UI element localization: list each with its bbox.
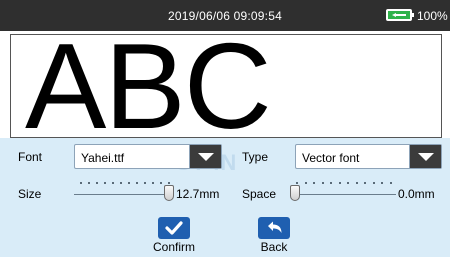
battery-percent: 100% bbox=[417, 9, 448, 23]
space-slider-thumb[interactable] bbox=[290, 185, 300, 201]
space-value: 0.0mm bbox=[398, 187, 435, 201]
confirm-label[interactable]: Confirm bbox=[149, 240, 199, 254]
slider-tick bbox=[160, 182, 162, 184]
size-value: 12.7mm bbox=[176, 187, 220, 201]
slider-tick bbox=[347, 182, 350, 184]
slider-tick bbox=[313, 182, 316, 184]
chevron-down-icon[interactable] bbox=[409, 145, 441, 168]
slider-tick bbox=[104, 182, 106, 184]
slider-tick bbox=[355, 182, 358, 184]
back-label[interactable]: Back bbox=[252, 240, 296, 254]
slider-tick bbox=[112, 182, 114, 184]
type-dropdown[interactable]: Vector font bbox=[295, 144, 442, 169]
space-slider-ticks bbox=[290, 182, 396, 188]
slider-tick bbox=[152, 182, 154, 184]
size-slider-thumb[interactable] bbox=[164, 185, 174, 201]
confirm-button[interactable] bbox=[158, 217, 190, 239]
slider-tick bbox=[390, 182, 392, 184]
slider-tick bbox=[128, 182, 130, 184]
back-arrow-icon bbox=[268, 221, 282, 233]
checkmark-icon bbox=[165, 221, 183, 235]
type-label: Type bbox=[242, 150, 269, 164]
slider-tick bbox=[321, 182, 324, 184]
chevron-down-icon[interactable] bbox=[189, 145, 221, 168]
slider-tick bbox=[96, 182, 98, 184]
charging-arrow-icon bbox=[392, 13, 406, 17]
slider-tick bbox=[136, 182, 138, 184]
font-dropdown[interactable]: Yahei.ttf bbox=[74, 144, 222, 169]
space-slider-track bbox=[290, 194, 396, 195]
preview-text: ABC bbox=[25, 34, 272, 138]
size-slider-track bbox=[74, 194, 174, 195]
size-slider-ticks bbox=[74, 182, 174, 188]
slider-tick bbox=[381, 182, 384, 184]
type-dropdown-value: Vector font bbox=[302, 151, 360, 165]
slider-tick bbox=[144, 182, 146, 184]
back-button[interactable] bbox=[258, 217, 290, 239]
slider-tick bbox=[296, 182, 298, 184]
status-bar: 2019/06/06 09:09:54 100% bbox=[0, 0, 450, 31]
font-preview: ABC bbox=[10, 34, 442, 138]
size-slider[interactable] bbox=[74, 180, 174, 202]
slider-tick bbox=[338, 182, 341, 184]
space-slider[interactable] bbox=[290, 180, 396, 202]
slider-tick bbox=[330, 182, 333, 184]
font-dropdown-value: Yahei.ttf bbox=[81, 151, 125, 165]
slider-tick bbox=[88, 182, 90, 184]
space-label: Space bbox=[242, 187, 277, 201]
slider-tick bbox=[304, 182, 307, 184]
status-datetime: 2019/06/06 09:09:54 bbox=[168, 9, 282, 23]
battery-charging-icon bbox=[386, 9, 414, 21]
slider-tick bbox=[364, 182, 367, 184]
screen: 2019/06/06 09:09:54 100% ABC ST IN Font … bbox=[0, 0, 450, 257]
slider-tick bbox=[80, 182, 82, 184]
font-label: Font bbox=[18, 150, 43, 164]
size-label: Size bbox=[18, 187, 42, 201]
slider-tick bbox=[168, 182, 170, 184]
slider-tick bbox=[120, 182, 122, 184]
slider-tick bbox=[372, 182, 375, 184]
